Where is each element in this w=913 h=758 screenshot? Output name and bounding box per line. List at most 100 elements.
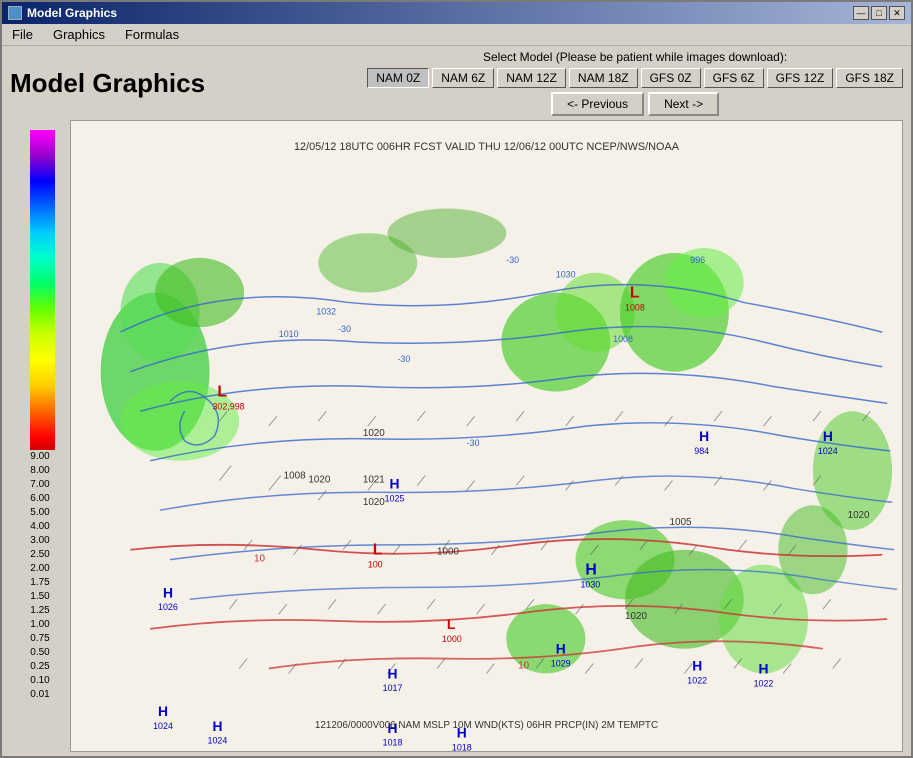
legend-val-9: 1.75 — [30, 576, 49, 590]
svg-text:H: H — [388, 665, 398, 681]
legend-val-12: 1.00 — [30, 618, 49, 632]
legend-val-17: 0.01 — [30, 688, 49, 702]
legend-val-6: 3.00 — [30, 534, 49, 548]
svg-text:1005: 1005 — [670, 517, 692, 528]
model-btn-gfs-6z[interactable]: GFS 6Z — [704, 68, 764, 88]
previous-button[interactable]: <- Previous — [551, 92, 644, 116]
image-area: 9.00 8.00 7.00 6.00 5.00 4.00 3.00 2.50 … — [10, 120, 903, 752]
svg-text:1018: 1018 — [383, 738, 403, 748]
svg-text:H: H — [556, 641, 566, 657]
svg-text:1020: 1020 — [308, 474, 330, 485]
select-model-label: Select Model (Please be patient while im… — [483, 50, 787, 64]
legend-val-3: 6.00 — [30, 492, 49, 506]
svg-text:12/05/12 18UTC 006HR FCST VAL: 12/05/12 18UTC 006HR FCST VALID THU 12/0… — [294, 141, 680, 153]
weather-map: 12/05/12 18UTC 006HR FCST VALID THU 12/0… — [71, 121, 902, 751]
model-btn-nam-6z[interactable]: NAM 6Z — [432, 68, 494, 88]
svg-text:1030: 1030 — [580, 579, 600, 589]
svg-text:1018: 1018 — [452, 743, 472, 751]
legend-val-10: 1.50 — [30, 590, 49, 604]
svg-text:H: H — [158, 703, 168, 719]
window-icon — [8, 6, 22, 20]
svg-text:1022: 1022 — [754, 678, 774, 688]
model-btn-gfs-18z[interactable]: GFS 18Z — [836, 68, 903, 88]
svg-text:996: 996 — [690, 255, 705, 265]
maximize-button[interactable]: □ — [871, 6, 887, 20]
legend-val-7: 2.50 — [30, 548, 49, 562]
title-bar-buttons: — □ ✕ — [853, 6, 905, 20]
weather-map-container: 12/05/12 18UTC 006HR FCST VALID THU 12/0… — [70, 120, 903, 752]
svg-text:-30: -30 — [397, 354, 410, 364]
svg-text:1026: 1026 — [158, 602, 178, 612]
svg-text:L: L — [447, 616, 456, 632]
legend-val-0: 9.00 — [30, 450, 49, 464]
menu-file[interactable]: File — [6, 25, 39, 44]
minimize-button[interactable]: — — [853, 6, 869, 20]
svg-text:1025: 1025 — [385, 493, 405, 503]
svg-text:-30: -30 — [467, 438, 480, 448]
svg-text:1020: 1020 — [363, 428, 385, 439]
model-btn-gfs-12z[interactable]: GFS 12Z — [767, 68, 834, 88]
legend-val-4: 5.00 — [30, 506, 49, 520]
menu-bar: File Graphics Formulas — [2, 24, 911, 46]
svg-text:H: H — [759, 660, 769, 676]
model-btn-nam-18z[interactable]: NAM 18Z — [569, 68, 638, 88]
svg-text:1010: 1010 — [279, 329, 299, 339]
svg-text:L: L — [217, 383, 227, 400]
model-btn-nam-12z[interactable]: NAM 12Z — [497, 68, 566, 88]
svg-text:1008: 1008 — [625, 302, 645, 312]
legend-val-8: 2.00 — [30, 562, 49, 576]
svg-text:H: H — [163, 584, 173, 600]
main-content: Model Graphics Select Model (Please be p… — [2, 46, 911, 756]
svg-text:1020: 1020 — [848, 510, 870, 521]
nav-buttons: <- Previous Next -> — [551, 92, 719, 116]
controls-right: Select Model (Please be patient while im… — [367, 50, 903, 116]
svg-text:121206/0000V006 NAM MSLP 10M W: 121206/0000V006 NAM MSLP 10M WND(KTS) 06… — [315, 720, 658, 731]
svg-text:1024: 1024 — [153, 721, 173, 731]
close-button[interactable]: ✕ — [889, 6, 905, 20]
legend-val-11: 1.25 — [30, 604, 49, 618]
legend-val-15: 0.25 — [30, 660, 49, 674]
svg-text:L: L — [630, 285, 640, 302]
model-buttons-row: NAM 0Z NAM 6Z NAM 12Z NAM 18Z GFS 0Z GFS… — [367, 68, 903, 88]
svg-text:L: L — [373, 542, 383, 559]
map-svg: 12/05/12 18UTC 006HR FCST VALID THU 12/0… — [71, 121, 902, 751]
svg-text:1024: 1024 — [818, 446, 838, 456]
title-bar: Model Graphics — □ ✕ — [2, 2, 911, 24]
title-bar-left: Model Graphics — [8, 6, 117, 20]
svg-text:1020: 1020 — [625, 611, 647, 622]
legend-val-13: 0.75 — [30, 632, 49, 646]
svg-text:H: H — [692, 657, 702, 673]
model-btn-nam-0z[interactable]: NAM 0Z — [367, 68, 429, 88]
menu-formulas[interactable]: Formulas — [119, 25, 185, 44]
window-title: Model Graphics — [27, 6, 117, 20]
svg-text:1032: 1032 — [316, 306, 336, 316]
legend-labels: 9.00 8.00 7.00 6.00 5.00 4.00 3.00 2.50 … — [30, 450, 49, 702]
svg-text:H: H — [823, 428, 833, 444]
top-section: Model Graphics Select Model (Please be p… — [10, 50, 903, 116]
svg-text:1030: 1030 — [556, 270, 576, 280]
svg-text:302,998: 302,998 — [212, 401, 244, 411]
svg-text:1022: 1022 — [687, 675, 707, 685]
svg-text:984: 984 — [694, 446, 709, 456]
page-title: Model Graphics — [10, 68, 205, 99]
svg-text:100: 100 — [368, 560, 383, 570]
svg-text:1000: 1000 — [437, 547, 459, 558]
svg-text:H: H — [390, 475, 400, 491]
svg-text:1021: 1021 — [363, 474, 385, 485]
svg-text:1000: 1000 — [442, 634, 462, 644]
legend: 9.00 8.00 7.00 6.00 5.00 4.00 3.00 2.50 … — [10, 120, 70, 752]
legend-val-14: 0.50 — [30, 646, 49, 660]
svg-text:H: H — [585, 562, 596, 579]
model-btn-gfs-0z[interactable]: GFS 0Z — [641, 68, 701, 88]
svg-text:1024: 1024 — [208, 736, 228, 746]
svg-text:1029: 1029 — [551, 659, 571, 669]
next-button[interactable]: Next -> — [648, 92, 719, 116]
svg-text:H: H — [212, 718, 222, 734]
svg-text:H: H — [699, 428, 709, 444]
legend-val-1: 8.00 — [30, 464, 49, 478]
legend-val-2: 7.00 — [30, 478, 49, 492]
main-window: Model Graphics — □ ✕ File Graphics Formu… — [0, 0, 913, 758]
svg-text:1008: 1008 — [613, 334, 633, 344]
menu-graphics[interactable]: Graphics — [47, 25, 111, 44]
svg-text:-30: -30 — [506, 255, 519, 265]
